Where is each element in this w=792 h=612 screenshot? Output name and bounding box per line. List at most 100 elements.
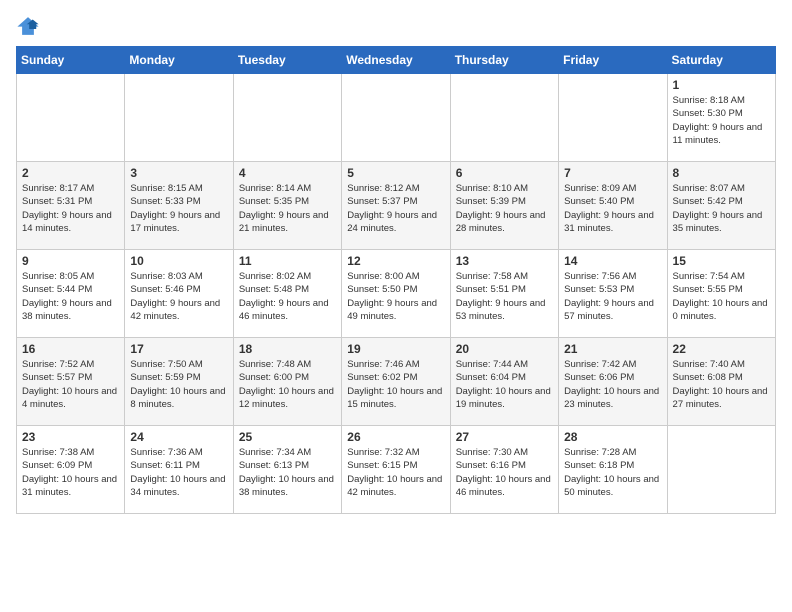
- day-number: 27: [456, 430, 553, 444]
- day-info: Sunrise: 7:36 AM Sunset: 6:11 PM Dayligh…: [130, 446, 227, 499]
- page-header: [16, 16, 776, 36]
- day-info: Sunrise: 7:34 AM Sunset: 6:13 PM Dayligh…: [239, 446, 336, 499]
- calendar-cell: 2 Sunrise: 8:17 AM Sunset: 5:31 PM Daylig…: [17, 162, 125, 250]
- calendar-cell: 1 Sunrise: 8:18 AM Sunset: 5:30 PM Daylig…: [667, 74, 775, 162]
- day-number: 12: [347, 254, 444, 268]
- calendar-cell: 24 Sunrise: 7:36 AM Sunset: 6:11 PM Dayli…: [125, 426, 233, 514]
- day-info: Sunrise: 7:58 AM Sunset: 5:51 PM Dayligh…: [456, 270, 553, 323]
- day-info: Sunrise: 7:40 AM Sunset: 6:08 PM Dayligh…: [673, 358, 770, 411]
- day-info: Sunrise: 8:14 AM Sunset: 5:35 PM Dayligh…: [239, 182, 336, 235]
- day-number: 2: [22, 166, 119, 180]
- weekday-header-thursday: Thursday: [450, 47, 558, 74]
- day-info: Sunrise: 7:48 AM Sunset: 6:00 PM Dayligh…: [239, 358, 336, 411]
- day-info: Sunrise: 7:28 AM Sunset: 6:18 PM Dayligh…: [564, 446, 661, 499]
- calendar-cell: 28 Sunrise: 7:28 AM Sunset: 6:18 PM Dayli…: [559, 426, 667, 514]
- day-number: 22: [673, 342, 770, 356]
- day-number: 28: [564, 430, 661, 444]
- day-info: Sunrise: 7:38 AM Sunset: 6:09 PM Dayligh…: [22, 446, 119, 499]
- weekday-header-friday: Friday: [559, 47, 667, 74]
- day-info: Sunrise: 8:18 AM Sunset: 5:30 PM Dayligh…: [673, 94, 770, 147]
- calendar-cell: 3 Sunrise: 8:15 AM Sunset: 5:33 PM Daylig…: [125, 162, 233, 250]
- day-info: Sunrise: 8:12 AM Sunset: 5:37 PM Dayligh…: [347, 182, 444, 235]
- calendar-cell: 21Sunrise: 7:42 AM Sunset: 6:06 PM Dayli…: [559, 338, 667, 426]
- day-info: Sunrise: 8:09 AM Sunset: 5:40 PM Dayligh…: [564, 182, 661, 235]
- day-info: Sunrise: 8:07 AM Sunset: 5:42 PM Dayligh…: [673, 182, 770, 235]
- day-info: Sunrise: 7:50 AM Sunset: 5:59 PM Dayligh…: [130, 358, 227, 411]
- calendar-cell: 18 Sunrise: 7:48 AM Sunset: 6:00 PM Dayli…: [233, 338, 341, 426]
- day-number: 13: [456, 254, 553, 268]
- day-number: 23: [22, 430, 119, 444]
- day-info: Sunrise: 7:56 AM Sunset: 5:53 PM Dayligh…: [564, 270, 661, 323]
- calendar-cell: 11 Sunrise: 8:02 AM Sunset: 5:48 PM Dayli…: [233, 250, 341, 338]
- day-number: 25: [239, 430, 336, 444]
- day-number: 9: [22, 254, 119, 268]
- day-number: 17: [130, 342, 227, 356]
- day-number: 8: [673, 166, 770, 180]
- weekday-header-wednesday: Wednesday: [342, 47, 450, 74]
- day-info: Sunrise: 8:03 AM Sunset: 5:46 PM Dayligh…: [130, 270, 227, 323]
- calendar-cell: 6Sunrise: 8:10 AM Sunset: 5:39 PM Daylig…: [450, 162, 558, 250]
- day-number: 3: [130, 166, 227, 180]
- calendar-cell: 26 Sunrise: 7:32 AM Sunset: 6:15 PM Dayli…: [342, 426, 450, 514]
- day-number: 26: [347, 430, 444, 444]
- calendar-week-row: 23 Sunrise: 7:38 AM Sunset: 6:09 PM Dayli…: [17, 426, 776, 514]
- calendar-cell: [450, 74, 558, 162]
- day-number: 18: [239, 342, 336, 356]
- day-number: 15: [673, 254, 770, 268]
- calendar-cell: 16 Sunrise: 7:52 AM Sunset: 5:57 PM Dayli…: [17, 338, 125, 426]
- calendar-cell: 7 Sunrise: 8:09 AM Sunset: 5:40 PM Daylig…: [559, 162, 667, 250]
- calendar-cell: 12 Sunrise: 8:00 AM Sunset: 5:50 PM Dayli…: [342, 250, 450, 338]
- calendar-cell: 20 Sunrise: 7:44 AM Sunset: 6:04 PM Dayli…: [450, 338, 558, 426]
- weekday-header-saturday: Saturday: [667, 47, 775, 74]
- calendar-cell: 5 Sunrise: 8:12 AM Sunset: 5:37 PM Daylig…: [342, 162, 450, 250]
- day-info: Sunrise: 8:02 AM Sunset: 5:48 PM Dayligh…: [239, 270, 336, 323]
- calendar-cell: 10 Sunrise: 8:03 AM Sunset: 5:46 PM Dayli…: [125, 250, 233, 338]
- day-number: 19: [347, 342, 444, 356]
- day-info: Sunrise: 8:17 AM Sunset: 5:31 PM Dayligh…: [22, 182, 119, 235]
- day-number: 7: [564, 166, 661, 180]
- calendar-cell: 27 Sunrise: 7:30 AM Sunset: 6:16 PM Dayli…: [450, 426, 558, 514]
- calendar-cell: 14 Sunrise: 7:56 AM Sunset: 5:53 PM Dayli…: [559, 250, 667, 338]
- day-info: Sunrise: 7:32 AM Sunset: 6:15 PM Dayligh…: [347, 446, 444, 499]
- day-info: Sunrise: 8:05 AM Sunset: 5:44 PM Dayligh…: [22, 270, 119, 323]
- day-info: Sunrise: 7:54 AM Sunset: 5:55 PM Dayligh…: [673, 270, 770, 323]
- day-info: Sunrise: 7:30 AM Sunset: 6:16 PM Dayligh…: [456, 446, 553, 499]
- day-number: 14: [564, 254, 661, 268]
- calendar-cell: [342, 74, 450, 162]
- calendar-cell: 8 Sunrise: 8:07 AM Sunset: 5:42 PM Daylig…: [667, 162, 775, 250]
- day-info: Sunrise: 8:00 AM Sunset: 5:50 PM Dayligh…: [347, 270, 444, 323]
- calendar-cell: 13 Sunrise: 7:58 AM Sunset: 5:51 PM Dayli…: [450, 250, 558, 338]
- day-number: 5: [347, 166, 444, 180]
- calendar-cell: [233, 74, 341, 162]
- logo: [16, 16, 44, 36]
- calendar-week-row: 9 Sunrise: 8:05 AM Sunset: 5:44 PM Daylig…: [17, 250, 776, 338]
- weekday-header-monday: Monday: [125, 47, 233, 74]
- calendar-cell: [667, 426, 775, 514]
- calendar-cell: [125, 74, 233, 162]
- calendar-cell: [559, 74, 667, 162]
- day-info: Sunrise: 7:44 AM Sunset: 6:04 PM Dayligh…: [456, 358, 553, 411]
- day-number: 20: [456, 342, 553, 356]
- calendar-cell: 4Sunrise: 8:14 AM Sunset: 5:35 PM Daylig…: [233, 162, 341, 250]
- day-number: 16: [22, 342, 119, 356]
- calendar-cell: 19 Sunrise: 7:46 AM Sunset: 6:02 PM Dayli…: [342, 338, 450, 426]
- calendar-week-row: 2 Sunrise: 8:17 AM Sunset: 5:31 PM Daylig…: [17, 162, 776, 250]
- weekday-header-row: SundayMondayTuesdayWednesdayThursdayFrid…: [17, 47, 776, 74]
- weekday-header-sunday: Sunday: [17, 47, 125, 74]
- day-info: Sunrise: 7:52 AM Sunset: 5:57 PM Dayligh…: [22, 358, 119, 411]
- calendar-cell: 15 Sunrise: 7:54 AM Sunset: 5:55 PM Dayli…: [667, 250, 775, 338]
- calendar-cell: [17, 74, 125, 162]
- day-number: 11: [239, 254, 336, 268]
- day-info: Sunrise: 8:10 AM Sunset: 5:39 PM Dayligh…: [456, 182, 553, 235]
- calendar-cell: 23 Sunrise: 7:38 AM Sunset: 6:09 PM Dayli…: [17, 426, 125, 514]
- day-number: 24: [130, 430, 227, 444]
- calendar-cell: 25 Sunrise: 7:34 AM Sunset: 6:13 PM Dayli…: [233, 426, 341, 514]
- day-number: 1: [673, 78, 770, 92]
- day-info: Sunrise: 7:46 AM Sunset: 6:02 PM Dayligh…: [347, 358, 444, 411]
- calendar: SundayMondayTuesdayWednesdayThursdayFrid…: [16, 46, 776, 514]
- calendar-week-row: 1 Sunrise: 8:18 AM Sunset: 5:30 PM Daylig…: [17, 74, 776, 162]
- day-number: 10: [130, 254, 227, 268]
- day-info: Sunrise: 7:42 AM Sunset: 6:06 PM Dayligh…: [564, 358, 661, 411]
- calendar-cell: 9 Sunrise: 8:05 AM Sunset: 5:44 PM Daylig…: [17, 250, 125, 338]
- day-info: Sunrise: 8:15 AM Sunset: 5:33 PM Dayligh…: [130, 182, 227, 235]
